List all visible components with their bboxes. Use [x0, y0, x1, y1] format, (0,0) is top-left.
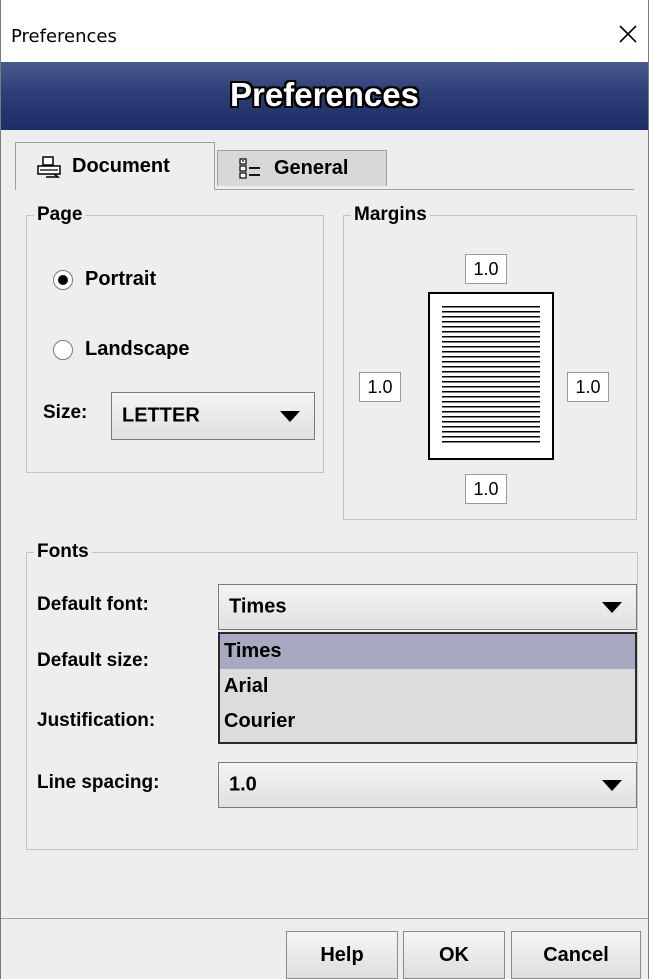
- default-font-value: Times: [229, 595, 287, 618]
- close-icon[interactable]: [614, 20, 642, 48]
- chevron-down-icon: [602, 780, 622, 791]
- default-font-select[interactable]: Times: [218, 584, 637, 630]
- preferences-window: Preferences Preferences Document General…: [0, 0, 649, 979]
- chevron-down-icon: [280, 411, 300, 422]
- tab-document[interactable]: Document: [15, 142, 215, 190]
- page-preview-lines: [442, 306, 540, 446]
- size-value: LETTER: [122, 404, 200, 427]
- portrait-label: Portrait: [85, 268, 157, 290]
- font-dropdown-list: Times Arial Courier: [218, 632, 637, 744]
- fonts-group-legend: Fonts: [34, 541, 92, 563]
- default-size-label: Default size:: [37, 650, 149, 671]
- size-label: Size:: [43, 402, 88, 423]
- printer-icon: [37, 155, 61, 178]
- top-margin-field[interactable]: 1.0: [465, 254, 507, 284]
- margins-group-legend: Margins: [351, 204, 430, 226]
- landscape-radio[interactable]: Landscape: [53, 338, 189, 361]
- line-spacing-label: Line spacing:: [37, 772, 160, 793]
- bottom-margin-field[interactable]: 1.0: [465, 474, 507, 504]
- button-bar: Help OK Cancel: [1, 918, 648, 979]
- landscape-radio-dot[interactable]: [53, 339, 73, 360]
- tab-general[interactable]: General: [217, 150, 387, 186]
- font-option-times[interactable]: Times: [220, 634, 635, 669]
- chevron-down-icon: [602, 602, 622, 613]
- font-option-courier[interactable]: Courier: [220, 704, 635, 739]
- banner-title: Preferences: [230, 76, 419, 113]
- list-icon: [239, 157, 260, 179]
- page-group-legend: Page: [34, 204, 86, 226]
- header-banner: Preferences: [1, 62, 648, 130]
- justification-label: Justification:: [37, 710, 156, 731]
- line-spacing-value: 1.0: [229, 773, 257, 796]
- page-preview: [428, 292, 554, 460]
- tab-general-label: General: [274, 157, 349, 179]
- cancel-button[interactable]: Cancel: [511, 931, 641, 979]
- tab-bar: Document General: [1, 130, 648, 190]
- default-font-label: Default font:: [37, 594, 149, 615]
- portrait-radio-dot[interactable]: [53, 269, 73, 290]
- window-title: Preferences: [11, 26, 117, 47]
- size-select[interactable]: LETTER: [111, 392, 315, 440]
- title-bar: Preferences: [1, 0, 648, 62]
- portrait-radio[interactable]: Portrait: [53, 268, 156, 291]
- tab-document-label: Document: [72, 155, 170, 177]
- landscape-label: Landscape: [85, 338, 190, 360]
- ok-button[interactable]: OK: [403, 931, 505, 979]
- right-margin-field[interactable]: 1.0: [567, 372, 609, 402]
- help-button[interactable]: Help: [286, 931, 398, 979]
- line-spacing-select[interactable]: 1.0: [218, 762, 637, 808]
- font-option-arial[interactable]: Arial: [220, 669, 635, 704]
- left-margin-field[interactable]: 1.0: [359, 372, 401, 402]
